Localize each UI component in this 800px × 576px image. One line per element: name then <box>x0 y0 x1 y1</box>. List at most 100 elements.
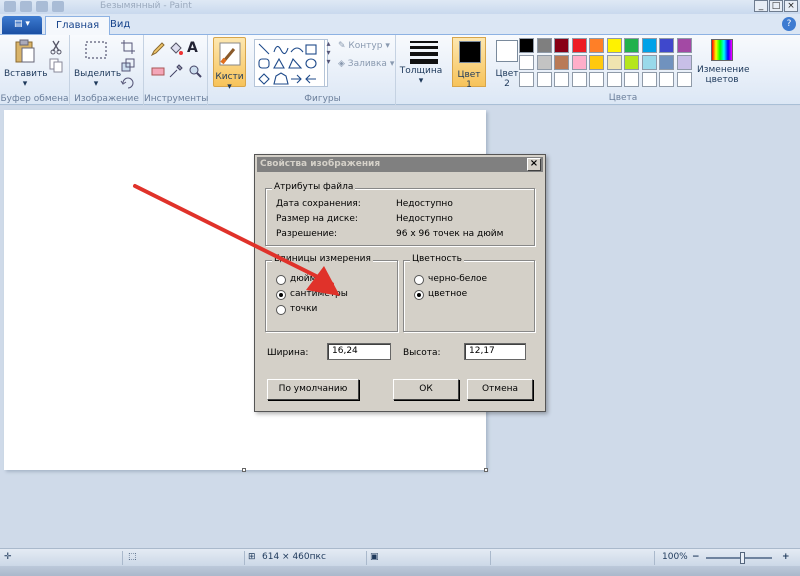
dialog-close-button[interactable]: × <box>527 158 541 171</box>
color-color-label[interactable]: цветное <box>428 289 467 299</box>
units-cm-label[interactable]: сантиметры <box>290 289 348 299</box>
resize-icon[interactable] <box>120 57 136 73</box>
height-input[interactable]: 12,17 <box>464 343 526 360</box>
zoom-slider-thumb[interactable] <box>740 552 745 564</box>
palette-swatch[interactable] <box>571 55 587 70</box>
palette-swatch[interactable] <box>519 72 534 87</box>
file-menu-button[interactable]: ▤ ▾ <box>2 16 42 34</box>
palette-swatch[interactable] <box>554 72 569 87</box>
palette-swatch[interactable] <box>589 55 604 70</box>
paste-button[interactable]: Вставить ▾ <box>4 38 48 89</box>
crop-icon[interactable] <box>120 39 136 55</box>
palette-swatch[interactable] <box>624 55 639 70</box>
palette-swatch[interactable] <box>641 38 657 53</box>
palette-swatch[interactable] <box>536 55 552 70</box>
select-label: Выделить <box>74 69 122 79</box>
cut-icon[interactable] <box>48 39 64 55</box>
maximize-button[interactable]: □ <box>769 0 783 12</box>
palette-swatch[interactable] <box>554 38 569 53</box>
palette-swatch[interactable] <box>676 55 692 70</box>
color-bw-label[interactable]: черно-белое <box>428 274 487 284</box>
fill-option[interactable]: ◈ Заливка ▾ <box>338 59 394 69</box>
redo-icon[interactable] <box>52 1 64 12</box>
palette-swatch[interactable] <box>659 38 674 53</box>
units-cm-radio[interactable] <box>276 290 286 300</box>
default-button[interactable]: По умолчанию <box>267 379 359 400</box>
select-button[interactable]: Выделить ▾ <box>74 38 122 89</box>
palette-swatch[interactable] <box>571 38 587 53</box>
palette-swatch[interactable] <box>659 72 674 87</box>
canvas-resize-handle-corner[interactable] <box>484 468 488 472</box>
palette-swatch[interactable] <box>676 38 692 53</box>
brush-icon <box>219 42 241 66</box>
edit-colors-button[interactable]: Изменение цветов <box>697 39 750 85</box>
close-button[interactable]: × <box>784 0 798 12</box>
palette-swatch[interactable] <box>589 72 604 87</box>
canvas-resize-handle-bottom[interactable] <box>242 468 246 472</box>
cancel-dialog-button[interactable]: Отмена <box>467 379 533 400</box>
copy-icon[interactable] <box>48 57 64 73</box>
save-icon[interactable] <box>20 1 32 12</box>
width-input[interactable]: 16,24 <box>327 343 391 360</box>
pencil-icon[interactable] <box>150 41 166 57</box>
help-icon[interactable]: ? <box>782 17 796 31</box>
outline-option[interactable]: ✎ Контур ▾ <box>338 41 390 51</box>
zoom-out-button[interactable]: − <box>692 552 700 562</box>
fill-bucket-icon[interactable] <box>168 41 184 57</box>
thickness-arrow: ▾ <box>418 76 424 86</box>
minimize-button[interactable]: _ <box>754 0 768 12</box>
brushes-label: Кисти <box>215 72 244 82</box>
palette-swatch[interactable] <box>554 55 569 70</box>
shapes-icons <box>258 43 317 85</box>
zoom-level: 100% <box>662 552 688 562</box>
group-shapes: ▴ ▾ ▾ ✎ Контур ▾ ◈ Заливка ▾ Фигуры <box>250 35 396 105</box>
color-picker-icon[interactable] <box>168 63 184 79</box>
rotate-icon[interactable] <box>120 75 136 91</box>
ribbon-tabs: ▤ ▾ Главная Вид ? <box>0 14 800 36</box>
palette-swatch[interactable] <box>676 72 692 87</box>
palette-swatch[interactable] <box>641 55 657 70</box>
units-inches-radio[interactable] <box>276 275 286 285</box>
palette-swatch[interactable] <box>606 72 622 87</box>
group-size[interactable]: Толщина ▾ <box>396 35 446 105</box>
palette-swatch[interactable] <box>659 55 674 70</box>
window-title: Безымянный - Paint <box>100 1 192 11</box>
color-color-radio[interactable] <box>414 290 424 300</box>
palette-swatch[interactable] <box>624 72 639 87</box>
brushes-button[interactable]: Кисти ▾ <box>213 37 246 92</box>
color-bw-radio[interactable] <box>414 275 424 285</box>
palette-swatch[interactable] <box>536 72 552 87</box>
palette-swatch[interactable] <box>606 38 622 53</box>
brushes-arrow: ▾ <box>227 82 232 92</box>
resolution-label: Разрешение: <box>276 229 338 239</box>
resolution-value: 96 x 96 точек на дюйм <box>396 229 504 239</box>
image-properties-dialog: Свойства изображения × Атрибуты файла Да… <box>254 154 546 412</box>
palette-swatch[interactable] <box>536 38 552 53</box>
palette-swatch[interactable] <box>624 38 639 53</box>
saved-date-value: Недоступно <box>396 199 453 209</box>
text-tool-icon[interactable]: A <box>187 40 203 56</box>
palette-swatch[interactable] <box>606 55 622 70</box>
shapes-gallery[interactable] <box>254 39 328 87</box>
status-bar: ✛ ⬚ ⊞ 614 × 460пкс ▣ 100% − + <box>0 548 800 566</box>
palette-swatch[interactable] <box>589 38 604 53</box>
zoom-slider[interactable] <box>706 557 772 559</box>
palette-swatch[interactable] <box>571 72 587 87</box>
units-inches-label[interactable]: дюймы <box>290 274 324 284</box>
zoom-in-button[interactable]: + <box>782 552 790 562</box>
palette-swatch[interactable] <box>519 55 534 70</box>
ok-button[interactable]: ОК <box>393 379 459 400</box>
palette-swatch[interactable] <box>519 38 534 53</box>
magnifier-icon[interactable] <box>187 63 203 79</box>
units-pixels-label[interactable]: точки <box>290 304 317 314</box>
color2-swatch <box>496 40 518 62</box>
tab-view[interactable]: Вид <box>100 16 140 36</box>
shapes-scroll[interactable]: ▴ ▾ ▾ <box>324 39 332 87</box>
color1-button[interactable]: Цвет 1 <box>452 37 486 90</box>
palette-swatch[interactable] <box>641 72 657 87</box>
eraser-icon[interactable] <box>150 63 166 79</box>
ribbon: Вставить ▾ Буфер обмена Выделить ▾ Изобр… <box>0 35 800 105</box>
units-group: Единицы измерения дюймы сантиметры точки <box>265 254 398 332</box>
undo-icon[interactable] <box>36 1 48 12</box>
units-pixels-radio[interactable] <box>276 305 286 315</box>
